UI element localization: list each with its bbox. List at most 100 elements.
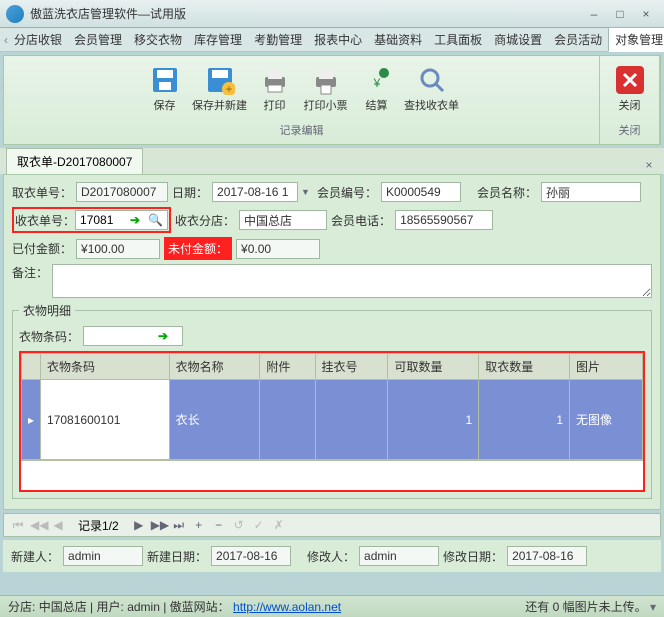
- window-title: 傲蓝洗衣店管理软件—试用版: [30, 5, 582, 22]
- menu-object[interactable]: 对象管理: [608, 27, 664, 52]
- menu-mall[interactable]: 商城设置: [488, 28, 548, 51]
- nav-prev-page-button[interactable]: ◀◀: [30, 518, 46, 532]
- print-button[interactable]: 打印: [252, 60, 298, 120]
- cell-pic[interactable]: 无图像: [570, 380, 643, 460]
- menu-report[interactable]: 报表中心: [308, 28, 368, 51]
- menu-stock[interactable]: 库存管理: [188, 28, 248, 51]
- cell-name[interactable]: 衣长: [169, 380, 260, 460]
- nav-save-button[interactable]: ✓: [251, 518, 267, 532]
- nav-cancel-button[interactable]: ✗: [271, 518, 287, 532]
- nav-next-button[interactable]: ▶: [131, 518, 147, 532]
- search-icon: [416, 64, 448, 96]
- maximize-button[interactable]: □: [608, 5, 632, 23]
- close-window-button[interactable]: ×: [634, 5, 658, 23]
- print-ticket-icon: [310, 64, 342, 96]
- col-barcode[interactable]: 衣物条码: [41, 354, 170, 380]
- detail-grid-highlight: 衣物条码 衣物名称 附件 挂衣号 可取数量 取衣数量 图片 ▸ 17081600…: [19, 351, 645, 492]
- menu-activity[interactable]: 会员活动: [548, 28, 608, 51]
- status-branch-label: 分店:: [8, 598, 35, 615]
- arrow-right-icon[interactable]: ➔: [126, 213, 144, 227]
- audit-row: 新建人： 新建日期： 修改人： 修改日期：: [3, 540, 661, 572]
- menubar: ‹ 分店收银 会员管理 移交衣物 库存管理 考勤管理 报表中心 基础资料 工具面…: [0, 28, 664, 52]
- menu-member[interactable]: 会员管理: [68, 28, 128, 51]
- remark-field[interactable]: [52, 264, 652, 298]
- menu-cashier[interactable]: 分店收银: [8, 28, 68, 51]
- search-icon[interactable]: 🔍: [144, 213, 167, 227]
- col-attach[interactable]: 附件: [260, 354, 315, 380]
- menu-transfer[interactable]: 移交衣物: [128, 28, 188, 51]
- date-dropdown-icon[interactable]: ▼: [298, 187, 313, 197]
- status-branch: 中国总店: [39, 598, 87, 615]
- status-site-link[interactable]: http://www.aolan.net: [233, 600, 341, 614]
- detail-fieldset: 衣物明细 衣物条码： ➔ 衣物条码 衣物名称 附件 挂衣号 可取数量 取衣数量 …: [12, 302, 652, 499]
- nav-prev-button[interactable]: ◀: [50, 518, 66, 532]
- branch-field[interactable]: [239, 210, 327, 230]
- row-indicator-header: [22, 354, 41, 380]
- date-field[interactable]: [212, 182, 298, 202]
- ribbon-group-close: 关闭 关闭: [600, 56, 660, 144]
- minimize-button[interactable]: –: [582, 5, 606, 23]
- ribbon-group-edit-label: 记录编辑: [280, 120, 324, 140]
- close-button[interactable]: 关闭: [607, 60, 653, 120]
- paid-label: 已付金额：: [12, 240, 72, 257]
- barcode-lookup[interactable]: ➔: [83, 326, 183, 346]
- nav-delete-button[interactable]: −: [211, 518, 227, 532]
- app-logo-icon: [6, 5, 24, 23]
- lookup-receipt-button[interactable]: 查找收衣单: [402, 60, 462, 120]
- member-name-field[interactable]: [541, 182, 641, 202]
- col-name[interactable]: 衣物名称: [169, 354, 260, 380]
- member-name-label: 会员名称：: [477, 184, 537, 201]
- tab-pickup-order[interactable]: 取衣单-D2017080007: [6, 148, 143, 174]
- member-no-field[interactable]: [381, 182, 461, 202]
- cell-hang[interactable]: [315, 380, 388, 460]
- chevron-down-icon[interactable]: ▾: [650, 600, 656, 614]
- remark-label: 备注：: [12, 264, 48, 281]
- paid-field: [76, 239, 160, 259]
- nav-first-button[interactable]: ⏮: [10, 518, 26, 533]
- unpaid-label: 未付金额：: [164, 237, 232, 260]
- pickup-no-field[interactable]: [76, 182, 168, 202]
- detail-legend: 衣物明细: [19, 302, 75, 319]
- save-button[interactable]: 保存: [142, 60, 188, 120]
- ribbon: 保存 + 保存并新建 打印 打印小票 ¥ 结算 查找收衣单 记: [3, 55, 661, 145]
- table-row[interactable]: ▸ 17081600101 衣长 1 1 无图像: [22, 380, 643, 460]
- nav-undo-button[interactable]: ↺: [231, 518, 247, 532]
- menu-tools[interactable]: 工具面板: [428, 28, 488, 51]
- col-hang[interactable]: 挂衣号: [315, 354, 388, 380]
- phone-field[interactable]: [395, 210, 493, 230]
- cell-attach[interactable]: [260, 380, 315, 460]
- arrow-right-icon[interactable]: ➔: [154, 329, 172, 343]
- tab-close-button[interactable]: ×: [640, 156, 658, 174]
- menu-attendance[interactable]: 考勤管理: [248, 28, 308, 51]
- barcode-field[interactable]: [84, 327, 154, 345]
- created-by-field: [63, 546, 143, 566]
- print-ticket-button[interactable]: 打印小票: [300, 60, 352, 120]
- settle-button[interactable]: ¥ 结算: [354, 60, 400, 120]
- receipt-no-field[interactable]: [76, 211, 126, 229]
- svg-text:¥: ¥: [372, 76, 380, 90]
- titlebar: 傲蓝洗衣店管理软件—试用版 – □ ×: [0, 0, 664, 28]
- save-new-button[interactable]: + 保存并新建: [190, 60, 250, 120]
- cell-takeqty[interactable]: 1: [479, 380, 570, 460]
- order-form: 取衣单号： 日期： ▼ 会员编号： 会员名称： 收衣单号： ➔ 🔍 收衣分店： …: [3, 174, 661, 510]
- nav-counter: 记录1/2: [70, 517, 127, 534]
- modified-by-label: 修改人：: [307, 548, 355, 565]
- status-user: admin: [127, 600, 160, 614]
- col-canqty[interactable]: 可取数量: [388, 354, 479, 380]
- col-pic[interactable]: 图片: [570, 354, 643, 380]
- created-date-field: [211, 546, 291, 566]
- detail-grid[interactable]: 衣物条码 衣物名称 附件 挂衣号 可取数量 取衣数量 图片 ▸ 17081600…: [21, 353, 643, 460]
- nav-next-page-button[interactable]: ▶▶: [151, 518, 167, 532]
- nav-add-button[interactable]: +: [191, 518, 207, 532]
- row-indicator-icon: ▸: [22, 380, 41, 460]
- unpaid-field: [236, 239, 320, 259]
- save-new-icon: +: [204, 64, 236, 96]
- receipt-no-lookup[interactable]: ➔ 🔍: [75, 210, 168, 230]
- col-takeqty[interactable]: 取衣数量: [479, 354, 570, 380]
- phone-label: 会员电话：: [331, 212, 391, 229]
- status-upload-info: 还有 0 幅图片未上传。: [525, 598, 646, 615]
- cell-canqty[interactable]: 1: [388, 380, 479, 460]
- cell-barcode[interactable]: 17081600101: [41, 380, 170, 460]
- menu-basedata[interactable]: 基础资料: [368, 28, 428, 51]
- nav-last-button[interactable]: ⏭: [171, 518, 187, 533]
